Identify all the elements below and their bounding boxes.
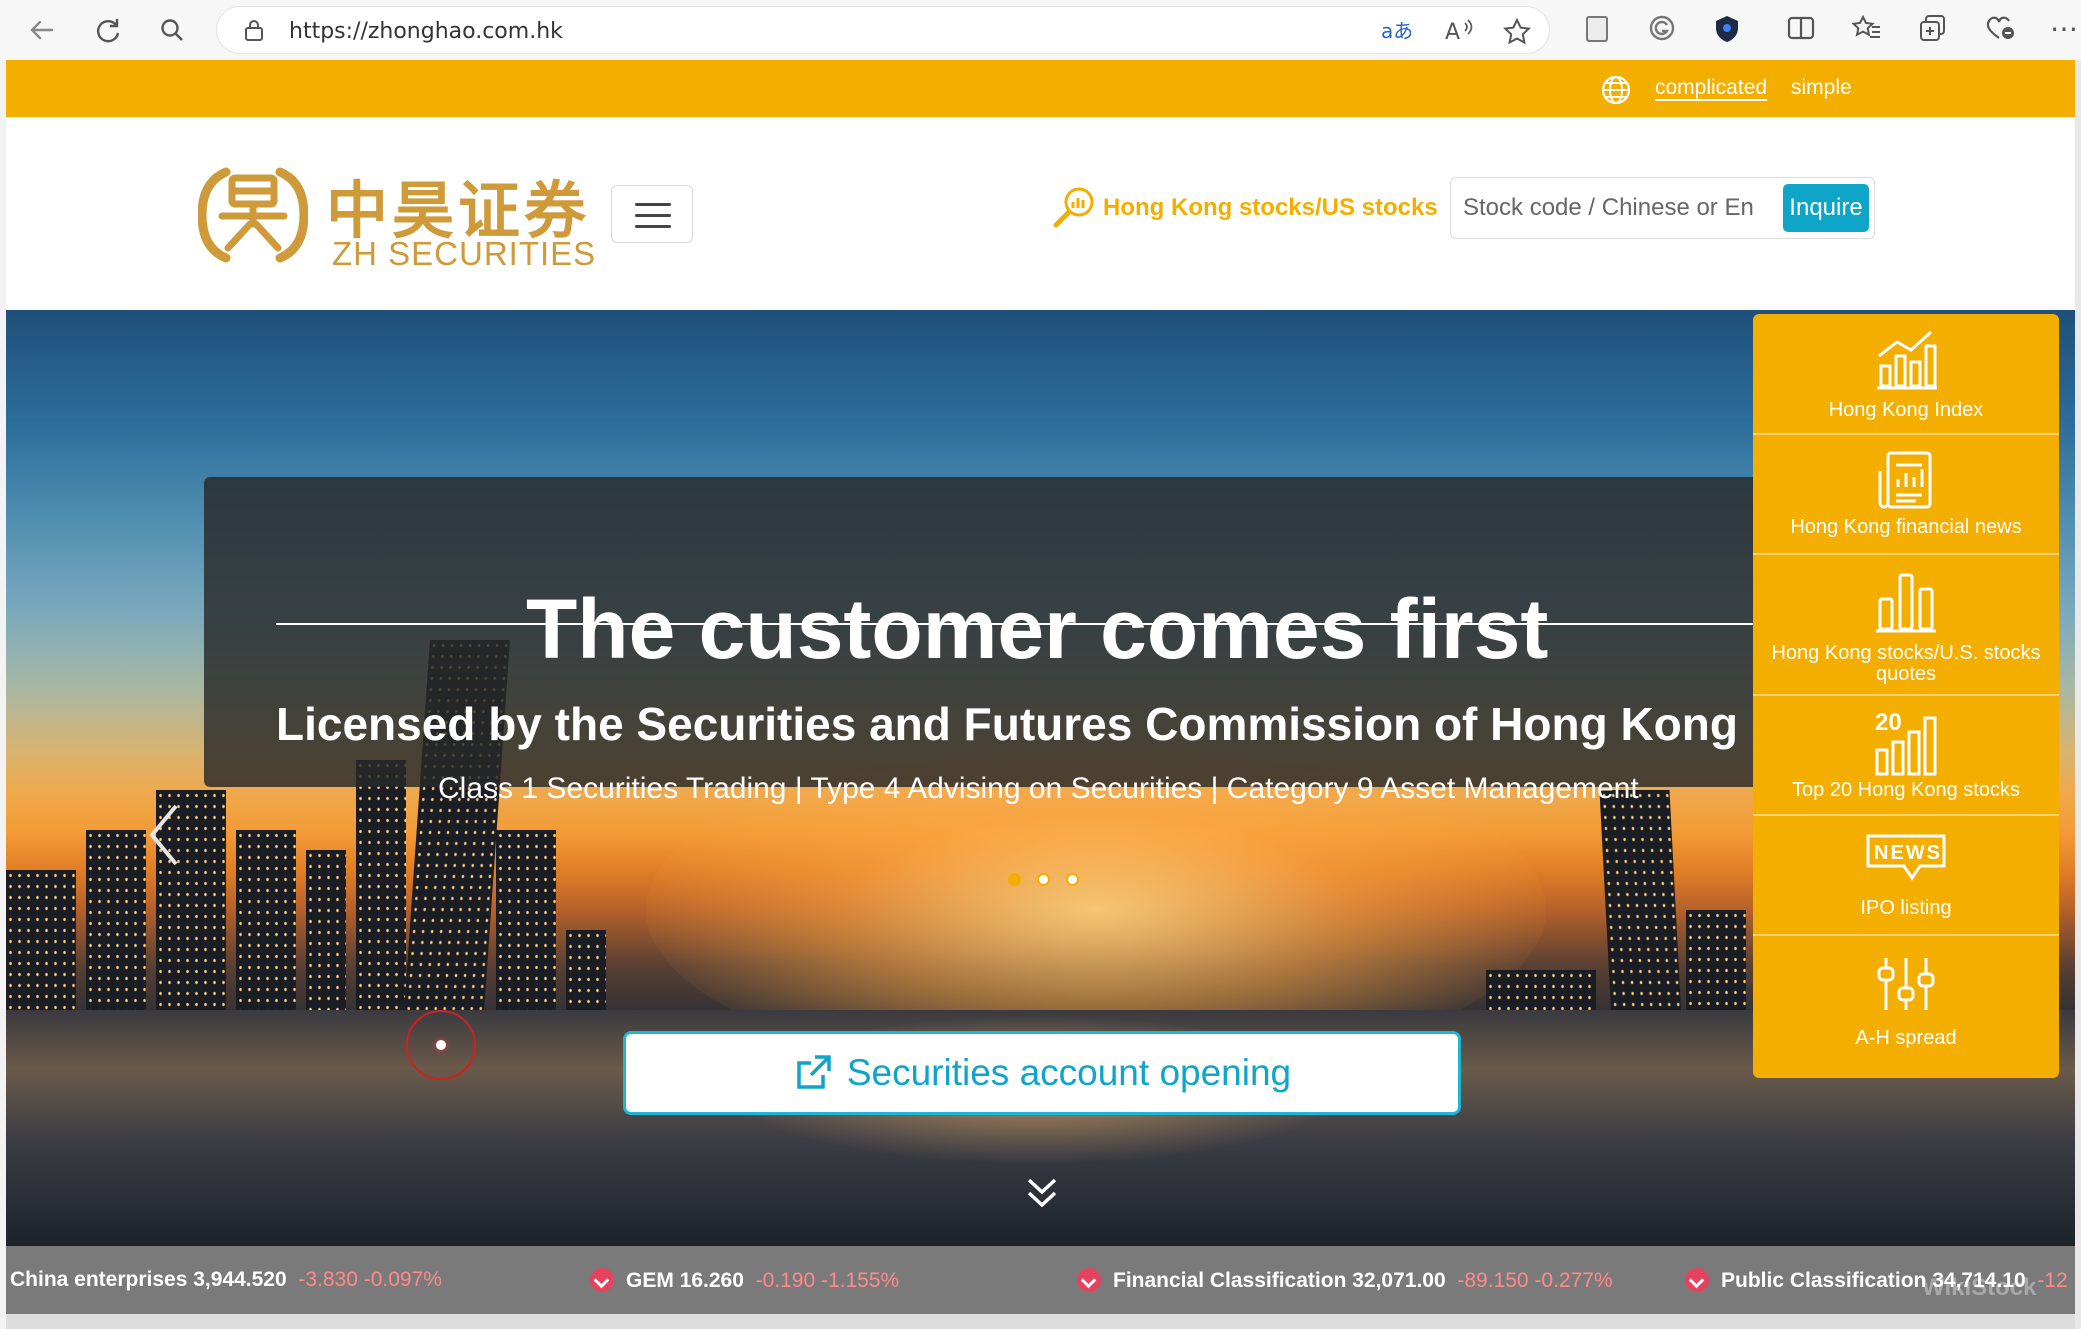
- read-aloud-icon[interactable]: A: [1445, 18, 1475, 44]
- collections-icon[interactable]: [1918, 14, 1948, 42]
- account-opening-label: Securities account opening: [846, 1052, 1292, 1093]
- side-item-label: Hong Kong stocks/U.S. stocks quotes: [1771, 642, 2041, 685]
- watermark-text: WikiStock: [1922, 1274, 2037, 1301]
- top20-chart-icon: 20: [1875, 709, 1937, 776]
- grammarly-icon[interactable]: [1648, 14, 1676, 42]
- carousel-dot-2[interactable]: [1037, 873, 1050, 886]
- favorites-icon[interactable]: [1852, 14, 1882, 42]
- url-text: https://zhonghao.com.hk: [289, 19, 563, 44]
- svg-text:NEWS: NEWS: [1874, 842, 1942, 864]
- down-arrow-icon: [1077, 1268, 1101, 1292]
- side-item-label: Hong Kong Index: [1828, 399, 1984, 421]
- news-chart-icon: [1878, 451, 1932, 509]
- language-bar: complicated simple: [6, 60, 2075, 117]
- stock-search-input[interactable]: [1453, 180, 1773, 236]
- carousel-prev-icon[interactable]: [144, 800, 184, 886]
- rising-chart-icon: [1877, 330, 1937, 390]
- hero-title: The customer comes first: [526, 582, 1549, 676]
- quote-search-label: Hong Kong stocks/US stocks: [1103, 194, 1438, 221]
- svg-text:20: 20: [1875, 709, 1902, 736]
- favorite-star-icon[interactable]: [1503, 18, 1531, 46]
- side-item-hk-index[interactable]: Hong Kong Index: [1753, 314, 2059, 435]
- hero-description: Class 1 Securities Trading | Type 4 Advi…: [438, 772, 1639, 805]
- index-ticker: China enterprises 3,944.520 -3.830 -0.09…: [6, 1246, 2075, 1314]
- svg-text:aあ: aあ: [1381, 19, 1411, 43]
- ticker-name: Financial Classification 32,071.00: [1113, 1269, 1446, 1292]
- ticker-item[interactable]: GEM 16.260 -0.190 -1.155%: [590, 1268, 899, 1293]
- menu-bar-icon: [635, 225, 671, 228]
- side-item-label: IPO listing: [1860, 897, 1952, 919]
- menu-bar-icon: [635, 214, 671, 217]
- side-item-label: A-H spread: [1855, 1027, 1957, 1049]
- reading-view-icon[interactable]: [1583, 14, 1611, 44]
- page-scrollbar[interactable]: [2075, 60, 2081, 1329]
- shield-extension-icon[interactable]: [1713, 14, 1741, 44]
- refresh-icon[interactable]: [86, 8, 130, 52]
- globe-icon: [1601, 75, 1631, 105]
- split-screen-icon[interactable]: [1786, 14, 1816, 42]
- quick-access-panel: Hong Kong Index Hong Kong financial news…: [1753, 314, 2059, 1078]
- lang-simplified-link[interactable]: simple: [1791, 76, 1852, 100]
- side-item-hk-news[interactable]: Hong Kong financial news: [1753, 435, 2059, 555]
- ticker-change: -89.150 -0.277%: [1457, 1269, 1613, 1292]
- side-item-stock-quotes[interactable]: Hong Kong stocks/U.S. stocks quotes: [1753, 555, 2059, 696]
- skyline-building: [496, 830, 556, 1040]
- address-bar[interactable]: https://zhonghao.com.hk aあ A: [216, 6, 1550, 54]
- ticker-change: -3.830 -0.097%: [298, 1268, 442, 1291]
- lang-traditional-link[interactable]: complicated: [1655, 76, 1767, 100]
- logo-english-name: ZH SECURITIES: [332, 235, 597, 272]
- news-badge-icon: NEWS: [1866, 834, 1946, 881]
- company-logo-icon[interactable]: [198, 160, 308, 270]
- more-menu-icon[interactable]: ⋯: [2050, 12, 2078, 45]
- browser-toolbar: https://zhonghao.com.hk aあ A ⋯: [0, 0, 2081, 60]
- side-item-ah-spread[interactable]: A-H spread: [1753, 936, 2059, 1078]
- hamburger-menu-button[interactable]: [611, 185, 693, 243]
- skyline-building: [356, 760, 406, 1040]
- magnifier-chart-icon: [1053, 187, 1094, 228]
- performance-heart-icon[interactable]: [1984, 14, 2016, 42]
- search-icon[interactable]: [150, 8, 194, 52]
- external-link-icon: [797, 1055, 831, 1089]
- side-item-ipo[interactable]: NEWS IPO listing: [1753, 816, 2059, 936]
- down-arrow-icon: [590, 1268, 614, 1292]
- bar-chart-icon: [1876, 573, 1936, 633]
- hero-subtitle: Licensed by the Securities and Futures C…: [276, 698, 1738, 750]
- scroll-down-icon[interactable]: [1025, 1176, 1059, 1210]
- back-icon[interactable]: [20, 8, 64, 52]
- lock-icon: [245, 20, 263, 41]
- inquire-button[interactable]: Inquire: [1783, 184, 1869, 232]
- side-item-top20[interactable]: 20 Top 20 Hong Kong stocks: [1753, 696, 2059, 816]
- skyline-building: [86, 830, 146, 1040]
- account-opening-button[interactable]: Securities account opening: [623, 1031, 1461, 1115]
- ticker-item[interactable]: China enterprises 3,944.520 -3.830 -0.09…: [10, 1268, 442, 1292]
- menu-bar-icon: [635, 203, 671, 206]
- page-bottom-edge: [6, 1314, 2075, 1329]
- ticker-name: GEM 16.260: [626, 1269, 744, 1292]
- web-page: complicated simple 中昊证券 ZH SECURITIES Ho…: [6, 60, 2075, 1329]
- translate-icon[interactable]: aあ: [1381, 18, 1411, 44]
- harbour-light: [436, 1040, 446, 1050]
- carousel-dot-3[interactable]: [1066, 873, 1079, 886]
- skyline-tower: [1599, 790, 1683, 1040]
- down-arrow-icon: [1685, 1268, 1709, 1292]
- side-item-label: Top 20 Hong Kong stocks: [1792, 779, 2020, 801]
- svg-text:A: A: [1445, 20, 1460, 44]
- skyline-building: [236, 830, 296, 1040]
- ticker-change: -0.190 -1.155%: [755, 1269, 900, 1292]
- sliders-icon: [1877, 958, 1935, 1010]
- ticker-name: China enterprises 3,944.520: [10, 1268, 287, 1291]
- side-item-label: Hong Kong financial news: [1790, 516, 2022, 538]
- carousel-dot-1[interactable]: [1008, 873, 1021, 886]
- ticker-item[interactable]: Financial Classification 32,071.00 -89.1…: [1077, 1268, 1613, 1293]
- ticker-change: -12: [2037, 1269, 2068, 1292]
